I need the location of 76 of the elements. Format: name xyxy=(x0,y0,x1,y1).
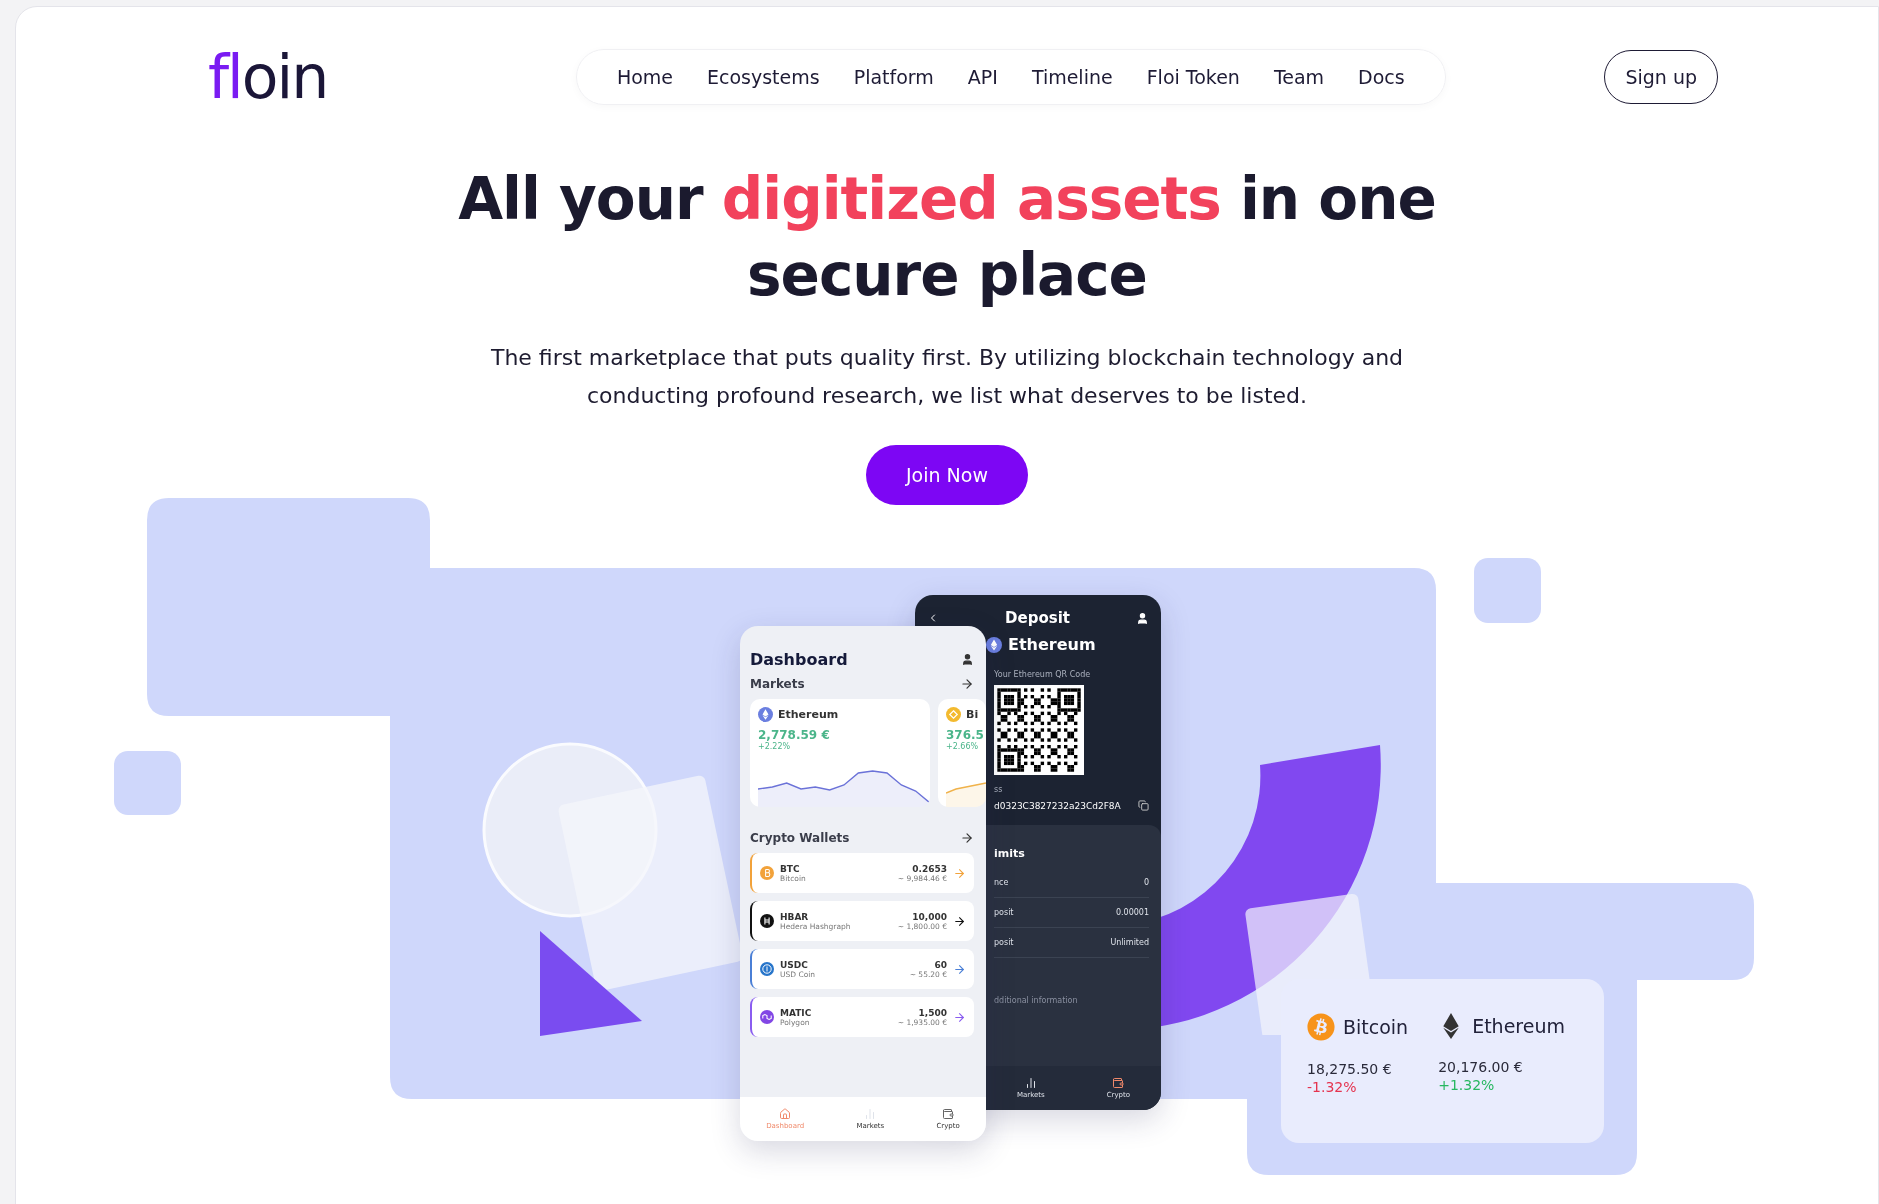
usdc-coin-icon xyxy=(760,962,774,976)
wallet-icon xyxy=(1112,1077,1125,1089)
hero-title: All your digitized assets in one secure place xyxy=(457,164,1437,311)
hero-subtitle: The first marketplace that puts quality first. By utilizing blockchain technology and conducting profound research, we list what deserves to be listed. xyxy=(489,344,1405,410)
additional-info-label: dditional information xyxy=(994,996,1079,1005)
coin-name: Ethereum xyxy=(778,708,839,721)
wallets-heading: Crypto Wallets xyxy=(750,831,850,845)
coin-price: 2,778.59 € xyxy=(758,728,831,742)
address-label: ss xyxy=(994,785,1004,794)
floin-logo[interactable]: floin xyxy=(208,42,328,112)
coin-price: 376.5 xyxy=(946,728,985,742)
arrow-right-icon xyxy=(953,1010,966,1024)
coin-amount: 0.2653 xyxy=(912,863,947,874)
coin-amount: 1,500 xyxy=(918,1007,947,1018)
market-card[interactable]: Bi 376.5 +2.66% xyxy=(938,699,986,807)
arrow-right-icon[interactable] xyxy=(960,677,974,691)
backdrop-square xyxy=(1474,558,1541,623)
price-change: +1.32% xyxy=(1438,1077,1496,1093)
price-change: +2.22% xyxy=(758,742,792,751)
chart-area-fill xyxy=(946,783,986,807)
bnb-coin-icon xyxy=(946,707,961,722)
bitcoin-icon xyxy=(1307,1013,1335,1041)
coin-symbol: HBAR xyxy=(780,911,810,922)
arrow-right-icon[interactable] xyxy=(960,831,974,845)
coin-name: Bi xyxy=(966,708,979,721)
limit-value: 0 xyxy=(1143,878,1149,887)
nav-link[interactable]: Floi Token xyxy=(1146,66,1240,88)
user-icon[interactable] xyxy=(961,653,974,666)
copy-icon[interactable] xyxy=(1138,800,1149,811)
arrow-right-icon xyxy=(953,962,966,976)
price-change: -1.32% xyxy=(1307,1079,1358,1095)
coin-name: Ethereum xyxy=(1472,1015,1565,1037)
coin-price: 18,275.50 € xyxy=(1307,1061,1393,1077)
coin-amount: 10,000 xyxy=(912,911,947,922)
coin-amount: 60 xyxy=(934,959,947,970)
coin-name: Ethereum xyxy=(1008,635,1096,654)
sign-up-button[interactable]: Sign up xyxy=(1604,50,1718,104)
coin-symbol: USDC xyxy=(780,959,809,970)
arrow-right-icon xyxy=(953,866,966,880)
deposit-title: Deposit xyxy=(1005,609,1070,627)
dashboard-title: Dashboard xyxy=(750,650,848,669)
markets-heading: Markets xyxy=(750,677,805,691)
home-icon xyxy=(779,1108,792,1120)
qr-code-label: Your Ethereum QR Code xyxy=(994,670,1092,679)
nav-link[interactable]: Platform xyxy=(853,66,934,88)
limit-value: Unlimited xyxy=(1110,938,1149,947)
nav-link[interactable]: Ecosystems xyxy=(707,66,820,88)
bitcoin-icon xyxy=(760,866,774,880)
bar-chart-icon xyxy=(864,1108,877,1120)
limit-label: nce xyxy=(994,878,1009,887)
wallet-icon xyxy=(942,1108,955,1120)
price-change: +2.66% xyxy=(946,742,980,751)
coin-name: Bitcoin xyxy=(1343,1016,1409,1038)
arrow-right-icon xyxy=(953,914,966,928)
limit-label: posit xyxy=(994,908,1014,917)
matic-coin-icon xyxy=(760,1010,774,1024)
join-now-button[interactable]: Join Now xyxy=(866,445,1028,505)
coin-symbol: MATIC xyxy=(780,1007,813,1018)
limit-value: 0.00001 xyxy=(1115,908,1149,917)
coin-price: 20,176.00 € xyxy=(1438,1059,1524,1075)
nav-link[interactable]: Docs xyxy=(1358,66,1405,88)
limit-label: posit xyxy=(994,938,1014,947)
wallet-address: d0323C3827232a23Cd2F8A xyxy=(994,800,1121,811)
coin-symbol: BTC xyxy=(780,863,801,874)
limits-title: imits xyxy=(994,847,1026,860)
user-icon[interactable] xyxy=(1136,611,1149,625)
hbar-coin-icon xyxy=(760,914,774,928)
bar-chart-icon xyxy=(1024,1077,1037,1089)
ethereum-icon xyxy=(986,636,1002,653)
nav-link[interactable]: Team xyxy=(1273,66,1325,88)
backdrop-square xyxy=(114,751,181,815)
nav-link[interactable]: Home xyxy=(616,66,673,88)
ethereum-icon xyxy=(758,707,773,722)
nav-link[interactable]: API xyxy=(967,66,998,88)
market-card[interactable]: Ethereum 2,778.59 € +2.22% xyxy=(750,699,930,807)
nav-link[interactable]: Timeline xyxy=(1031,66,1113,88)
